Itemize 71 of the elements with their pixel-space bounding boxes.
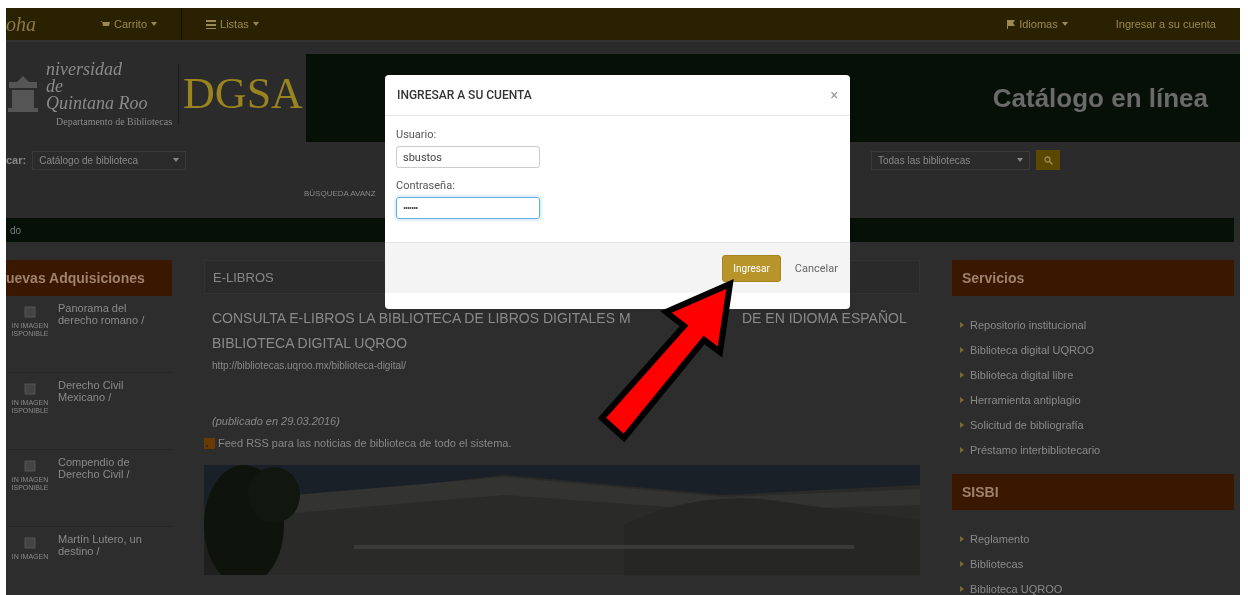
book-title-link[interactable]: Panorama del derecho romano / [58,296,158,372]
language-menu[interactable]: Idiomas [983,8,1092,40]
service-link[interactable]: Reglamento [970,532,1030,545]
logo-text: DGSA [178,64,303,124]
search-button[interactable] [1036,150,1060,170]
field-label: Usuario: [396,128,438,141]
section-title: Servicios [962,270,1025,286]
caret-icon [960,421,964,428]
caret-icon [960,346,964,353]
book-icon [24,460,36,472]
rss-icon [204,437,215,449]
caret-icon [1017,158,1023,162]
flag-icon [1007,19,1016,29]
nav-menu[interactable]: Carrito [76,8,181,40]
cancel-link[interactable]: Cancelar [794,261,838,275]
caret-icon [960,560,964,567]
banner-title: Catálogo en línea [992,82,1208,114]
caret-icon [252,22,259,26]
login-link[interactable]: Ingresar a su cuenta [1091,8,1240,40]
service-link[interactable]: Repositorio institucional [970,318,1087,331]
section-title: E-LIBROS [213,269,274,285]
book-icon [24,383,36,395]
news-headline: BIBLIOTECA DIGITAL UQROO [212,334,408,353]
service-link[interactable]: Préstamo interbibliotecario [970,443,1101,456]
caret-icon [1061,22,1068,26]
service-link[interactable]: Biblioteca digital UQROO [970,343,1095,356]
service-link[interactable]: Solicitud de bibliografía [970,418,1084,431]
dialog-title: INGRESAR A SU CUENTA [397,88,532,102]
caret-icon [960,321,964,328]
book-title-link[interactable]: Derecho Civil Mexicano / [58,373,158,449]
advanced-search-link[interactable]: BÚSQUEDA AVANZ [304,188,376,198]
caret-icon [960,396,964,403]
service-link[interactable]: Herramienta antiplagio [970,393,1081,406]
logo-text: niversidad [46,60,122,78]
publish-date: (publicado en 29.03.2016) [212,415,340,427]
news-link[interactable]: http://bibliotecas.uqroo.mx/biblioteca-digital/ [212,360,406,371]
section-title: SISBI [962,484,999,500]
brand-logo[interactable]: oha [6,12,76,36]
news-headline: DE EN IDIOMA ESPAÑOL [742,309,907,328]
caret-icon [960,585,964,592]
login-button[interactable]: Ingresar [722,254,781,282]
list-icon [206,19,216,29]
service-link[interactable]: Biblioteca UQROO [970,582,1063,595]
book-title-link[interactable]: Martín Lutero, un destino / [58,527,158,595]
section-title: uevas Adquisiciones [6,270,145,286]
book-title-link[interactable]: Compendio de Derecho Civil / [58,450,158,526]
search-label: car: [6,154,27,166]
caret-icon [960,535,964,542]
library-select[interactable]: Todas las bibliotecas [871,150,1030,170]
rss-link[interactable]: Feed RSS para las noticias de biblioteca de todo el sistema. [218,437,512,449]
caret-icon [173,158,180,162]
logo-subtitle: Departamento de Bibliotecas [55,115,173,128]
scope-select[interactable]: Catálogo de biblioteca [32,150,187,170]
username-field[interactable]: sbustos [396,146,540,168]
caret-icon [960,446,964,453]
caret-icon [151,22,157,26]
password-field[interactable]: ••••••• [396,197,540,219]
breadcrumb-link[interactable]: do [10,224,22,236]
service-link[interactable]: Biblioteca digital libre [970,368,1074,381]
service-link[interactable]: Bibliotecas [970,557,1024,570]
logo-text: Quintana Roo [46,94,148,112]
field-label: Contraseña: [396,179,456,192]
search-icon [1043,155,1053,165]
logo-text: de [46,77,63,95]
book-icon [24,306,36,318]
close-button[interactable]: × [830,87,838,103]
cart-icon [100,19,110,29]
news-headline: CONSULTA E-LIBROS LA BIBLIOTECA DE LIBROS DIGITALES M [212,309,632,328]
book-icon [24,537,36,549]
crest-icon [6,74,40,114]
caret-icon [960,371,964,378]
